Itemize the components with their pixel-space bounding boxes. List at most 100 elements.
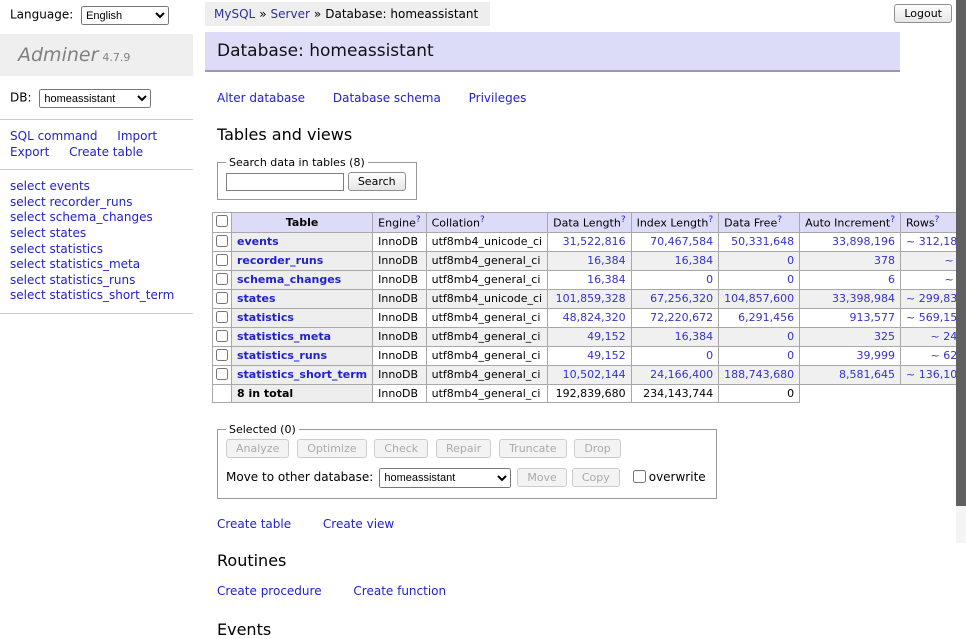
column-header-data-free: Data Free?	[719, 213, 800, 233]
breadcrumb-separator: »	[259, 7, 266, 21]
table-link-events[interactable]: events	[237, 235, 279, 248]
table-link-schema-changes[interactable]: schema_changes	[237, 273, 341, 286]
engine-cell: InnoDB	[373, 270, 426, 289]
app-name: Adminer	[18, 44, 98, 66]
select-all-checkbox[interactable]	[216, 215, 228, 227]
db-select[interactable]: homeassistant	[39, 89, 151, 108]
row-checkbox[interactable]	[216, 311, 228, 323]
help-icon[interactable]: ?	[480, 215, 485, 225]
drop-button[interactable]: Drop	[574, 439, 620, 458]
breadcrumb-mysql[interactable]: MySQL	[214, 7, 255, 21]
language-row: Language: English	[0, 0, 193, 29]
sidebar-item-select-statistics-runs[interactable]: select statistics_runs	[10, 273, 193, 289]
search-input[interactable]	[226, 173, 344, 191]
index-length-cell: 72,220,672	[631, 308, 719, 327]
data-length-cell: 101,859,328	[548, 289, 631, 308]
alter-database-link[interactable]: Alter database	[217, 91, 305, 105]
auto-increment-cell: 33,398,984	[800, 289, 901, 308]
table-row: recorder_runs InnoDB utf8mb4_general_ci …	[213, 251, 966, 270]
breadcrumb-server[interactable]: Server	[271, 7, 310, 21]
sidebar-item-select-schema-changes[interactable]: select schema_changes	[10, 210, 193, 226]
row-checkbox[interactable]	[216, 292, 228, 304]
search-button[interactable]: Search	[348, 172, 406, 191]
auto-increment-cell: 325	[800, 327, 901, 346]
collation-cell: utf8mb4_general_ci	[426, 365, 547, 384]
index-length-cell: 67,256,320	[631, 289, 719, 308]
move-database-select[interactable]: homeassistant	[379, 468, 511, 488]
row-checkbox[interactable]	[216, 349, 228, 361]
row-checkbox[interactable]	[216, 368, 228, 380]
vertical-scrollbar[interactable]	[956, 0, 966, 543]
move-label: Move to other database:	[226, 470, 373, 484]
data-free-cell: 0	[719, 251, 800, 270]
app-title: Adminer4.7.9	[0, 34, 193, 76]
search-legend: Search data in tables (8)	[226, 156, 368, 169]
sidebar-item-select-events[interactable]: select events	[10, 179, 193, 195]
db-selector-row: DB: homeassistant	[0, 76, 193, 120]
search-fieldset: Search data in tables (8) Search	[217, 156, 417, 200]
table-total-row: 8 in total InnoDB utf8mb4_general_ci 192…	[213, 384, 966, 402]
row-checkbox[interactable]	[216, 235, 228, 247]
page-title: Database: homeassistant	[205, 32, 900, 72]
sidebar-actions: SQL command Import Export Create table	[0, 120, 193, 170]
sidebar-item-select-statistics-short-term[interactable]: select statistics_short_term	[10, 288, 193, 304]
table-row: statistics_meta InnoDB utf8mb4_general_c…	[213, 327, 966, 346]
table-link-states[interactable]: states	[237, 292, 276, 305]
auto-increment-cell: 39,999	[800, 346, 901, 365]
table-link-statistics-meta[interactable]: statistics_meta	[237, 330, 331, 343]
row-checkbox[interactable]	[216, 273, 228, 285]
create-procedure-link[interactable]: Create procedure	[217, 584, 322, 598]
optimize-button[interactable]: Optimize	[297, 439, 366, 458]
help-icon[interactable]: ?	[708, 215, 713, 225]
table-link-recorder-runs[interactable]: recorder_runs	[237, 254, 323, 267]
table-link-statistics-runs[interactable]: statistics_runs	[237, 349, 327, 362]
privileges-link[interactable]: Privileges	[469, 91, 527, 105]
table-link-statistics[interactable]: statistics	[237, 311, 294, 324]
help-icon[interactable]: ?	[777, 215, 782, 225]
sidebar-link-sql-command[interactable]: SQL command	[10, 129, 97, 143]
sidebar-item-select-statistics[interactable]: select statistics	[10, 242, 193, 258]
row-checkbox[interactable]	[216, 254, 228, 266]
row-checkbox[interactable]	[216, 330, 228, 342]
collation-cell: utf8mb4_general_ci	[426, 270, 547, 289]
sidebar-table-links: select events select recorder_runs selec…	[0, 170, 193, 314]
collation-cell: utf8mb4_general_ci	[426, 346, 547, 365]
routines-links: Create procedure Create function	[217, 584, 905, 598]
repair-button[interactable]: Repair	[436, 439, 491, 458]
truncate-button[interactable]: Truncate	[499, 439, 566, 458]
data-length-cell: 48,824,320	[548, 308, 631, 327]
sidebar-item-select-recorder-runs[interactable]: select recorder_runs	[10, 195, 193, 211]
help-icon[interactable]: ?	[416, 215, 421, 225]
overwrite-checkbox[interactable]	[633, 470, 646, 483]
create-function-link[interactable]: Create function	[353, 584, 446, 598]
sidebar: Language: English Adminer4.7.9 DB: homea…	[0, 0, 193, 314]
data-free-cell: 50,331,648	[719, 232, 800, 251]
move-button[interactable]: Move	[517, 468, 567, 487]
sidebar-item-select-statistics-meta[interactable]: select statistics_meta	[10, 257, 193, 273]
check-button[interactable]: Check	[374, 439, 428, 458]
logout-button[interactable]: Logout	[894, 4, 952, 23]
copy-button[interactable]: Copy	[572, 468, 620, 487]
collation-cell: utf8mb4_unicode_ci	[426, 232, 547, 251]
database-schema-link[interactable]: Database schema	[333, 91, 441, 105]
analyze-button[interactable]: Analyze	[226, 439, 289, 458]
help-icon[interactable]: ?	[890, 215, 895, 225]
help-icon[interactable]: ?	[935, 215, 940, 225]
language-select[interactable]: English	[81, 6, 169, 25]
create-table-link[interactable]: Create table	[217, 517, 291, 531]
sidebar-link-create-table[interactable]: Create table	[69, 145, 143, 159]
scrollbar-thumb[interactable]	[956, 0, 966, 506]
move-row: Move to other database: homeassistant Move…	[226, 467, 706, 488]
events-title: Events	[217, 620, 905, 639]
index-length-total-cell: 234,143,744	[631, 384, 719, 402]
table-link-statistics-short-term[interactable]: statistics_short_term	[237, 368, 367, 381]
sidebar-link-import[interactable]: Import	[117, 129, 157, 143]
sidebar-link-export[interactable]: Export	[10, 145, 49, 159]
overwrite-option: overwrite	[629, 470, 706, 484]
sidebar-item-select-states[interactable]: select states	[10, 226, 193, 242]
create-view-link[interactable]: Create view	[323, 517, 394, 531]
help-icon[interactable]: ?	[621, 215, 626, 225]
language-label: Language:	[10, 8, 73, 22]
auto-increment-cell: 33,898,196	[800, 232, 901, 251]
data-length-cell: 16,384	[548, 270, 631, 289]
